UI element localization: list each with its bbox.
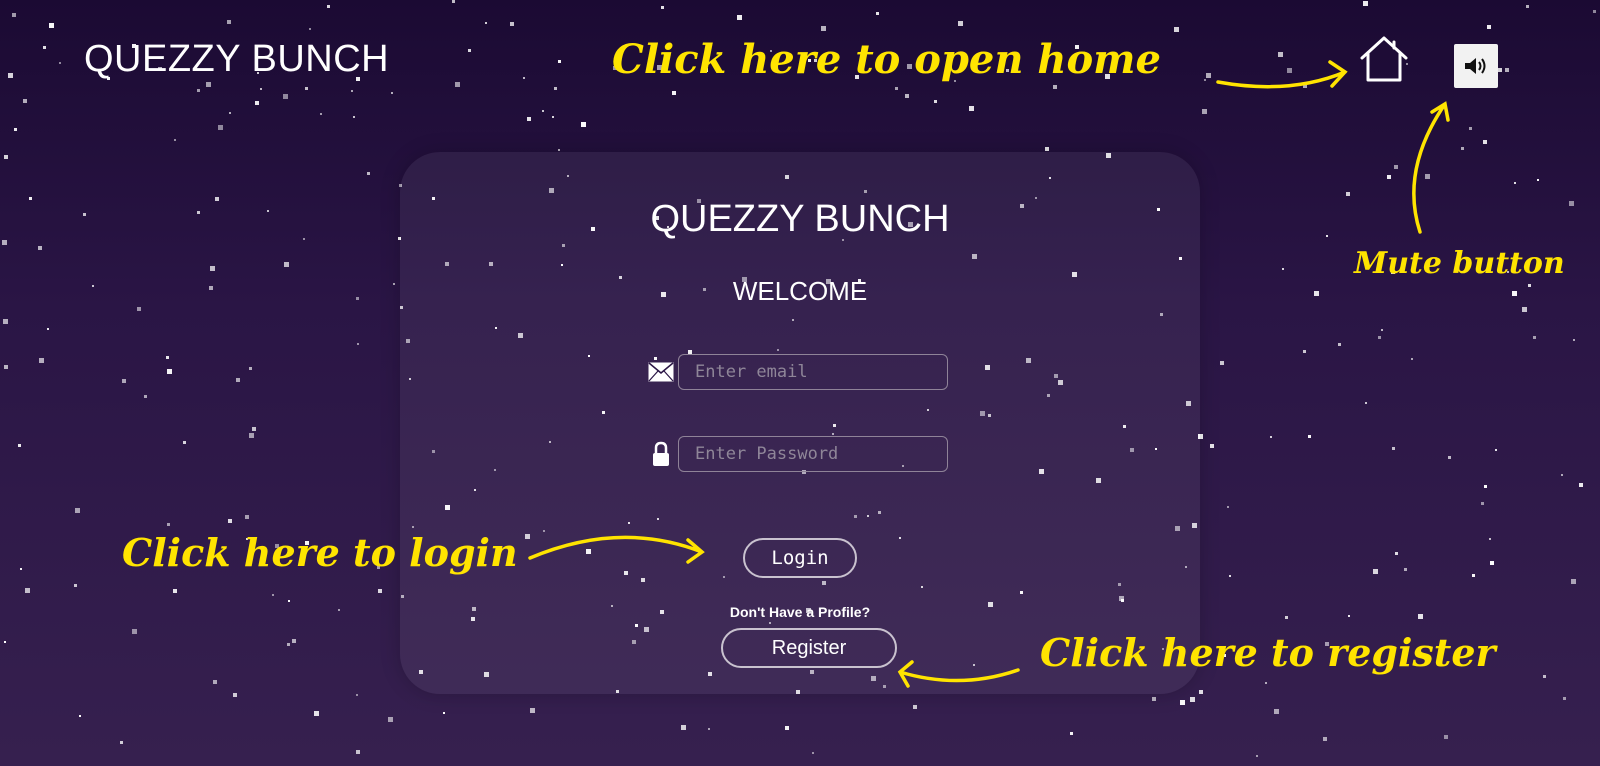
annotation-home: Click here to open home xyxy=(612,36,1161,83)
home-button[interactable] xyxy=(1358,34,1410,84)
password-row xyxy=(646,434,948,474)
home-icon xyxy=(1360,36,1408,82)
email-row xyxy=(646,352,948,392)
speaker-volume-icon xyxy=(1465,58,1486,74)
email-field[interactable] xyxy=(678,354,948,390)
annotation-login: Click here to login xyxy=(122,530,518,575)
login-button[interactable]: Login xyxy=(743,538,857,578)
profile-prompt: Don't Have a Profile? xyxy=(729,604,871,620)
login-card: QUEZZY BUNCH WELCOME Login Don't Have a … xyxy=(400,152,1200,694)
lock-icon xyxy=(646,439,676,469)
register-button[interactable]: Register xyxy=(721,628,897,668)
annotation-register: Click here to register xyxy=(1040,630,1496,675)
envelope-icon xyxy=(646,357,676,387)
password-field[interactable] xyxy=(678,436,948,472)
annotation-mute: Mute button xyxy=(1354,246,1565,281)
brand-title: QUEZZY BUNCH xyxy=(84,38,390,80)
mute-button[interactable] xyxy=(1454,44,1498,88)
welcome-heading: WELCOME xyxy=(732,276,868,306)
card-title: QUEZZY BUNCH xyxy=(650,198,950,240)
